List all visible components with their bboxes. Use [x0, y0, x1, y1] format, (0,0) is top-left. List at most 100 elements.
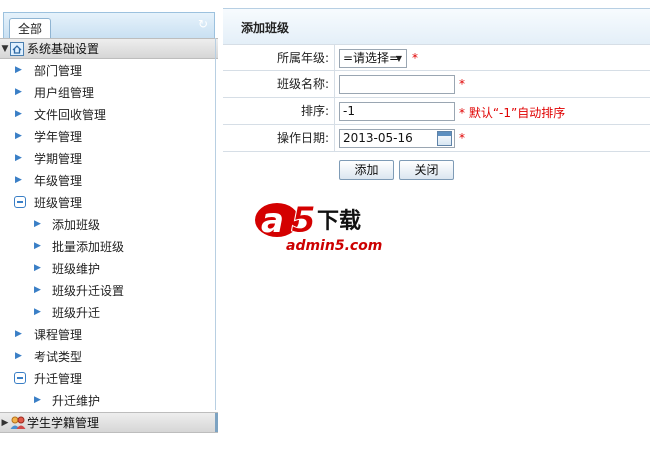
sidebar: 全部 ↻ ▼ 系统基础设置 ▶ 部门管理 ▶ 用户组管理 ▶ 文件回收管理 ▶ 学年管理 ▶ 学期…: [0, 0, 218, 455]
students-icon: [10, 416, 26, 430]
grade-select[interactable]: =请选择= ▼: [339, 49, 407, 68]
main-panel: 添加班级 所属年级: =请选择= ▼ * 班级名称: * 排序: -1 * 默认…: [223, 8, 650, 188]
sidebar-item-label: 班级升迁设置: [52, 283, 125, 298]
triangle-right-icon: ▶: [1, 417, 9, 428]
a5-logo-icon: a 5 下载: [255, 200, 361, 242]
arrow-right-icon: ▶: [15, 87, 22, 97]
grade-label: 所属年级:: [276, 51, 329, 65]
page-title: 添加班级: [241, 21, 290, 35]
group-label: 学生学籍管理: [27, 416, 100, 430]
sidebar-item[interactable]: ▶ 学期管理: [0, 147, 218, 169]
arrow-right-icon: ▶: [34, 263, 41, 273]
sidebar-item-label: 班级管理: [34, 195, 83, 210]
sort-label: 排序:: [300, 104, 329, 118]
row-date: 操作日期: 2013-05-16 *: [223, 125, 650, 152]
collapse-minus-icon[interactable]: [14, 196, 26, 208]
sidebar-item[interactable]: ▶ 部门管理: [0, 59, 218, 81]
sidebar-item-label: 批量添加班级: [52, 239, 125, 254]
grade-select-value: =请选择=: [343, 51, 400, 65]
sidebar-item[interactable]: ▶ 班级维护: [0, 257, 218, 279]
cell-divider: [334, 125, 335, 151]
sidebar-item-label: 学期管理: [34, 151, 83, 166]
sidebar-item-label: 文件回收管理: [34, 107, 107, 122]
sidebar-item[interactable]: ▶ 年级管理: [0, 169, 218, 191]
triangle-down-icon: ▼: [1, 43, 9, 54]
row-grade: 所属年级: =请选择= ▼ *: [223, 44, 650, 71]
sidebar-item-label: 考试类型: [34, 349, 83, 364]
sidebar-item-label: 课程管理: [34, 327, 83, 342]
sidebar-item[interactable]: ▶ 用户组管理: [0, 81, 218, 103]
arrow-right-icon: ▶: [15, 65, 22, 75]
class-name-label: 班级名称:: [276, 77, 329, 91]
date-input[interactable]: 2013-05-16: [339, 129, 455, 148]
panel-header: 添加班级: [223, 8, 650, 44]
tab-all[interactable]: 全部: [9, 18, 51, 39]
required-mark: *: [459, 131, 465, 145]
add-class-form: 所属年级: =请选择= ▼ * 班级名称: * 排序: -1 * 默认“-1”自…: [223, 44, 650, 152]
sidebar-item-label: 升迁维护: [52, 393, 101, 408]
home-icon: [10, 41, 24, 56]
add-button[interactable]: 添加: [339, 160, 394, 180]
row-sort: 排序: -1 * 默认“-1”自动排序: [223, 98, 650, 125]
date-value: 2013-05-16: [343, 131, 413, 145]
arrow-right-icon: ▶: [15, 329, 22, 339]
sidebar-item[interactable]: ▶ 课程管理: [0, 323, 218, 345]
scroll-indicator: [215, 413, 218, 432]
sidebar-divider: [215, 38, 216, 410]
group-student-records[interactable]: ▶ 学生学籍管理: [0, 412, 218, 433]
sidebar-folder[interactable]: 班级管理: [0, 191, 218, 213]
refresh-icon[interactable]: ↻: [197, 18, 209, 30]
sort-input[interactable]: -1: [339, 102, 455, 121]
close-button[interactable]: 关闭: [399, 160, 454, 180]
sidebar-item-label: 升迁管理: [34, 371, 83, 386]
sidebar-menu: ▶ 部门管理 ▶ 用户组管理 ▶ 文件回收管理 ▶ 学年管理 ▶ 学期管理 ▶ 年级管理班级管理 ▶ 添加…: [0, 59, 218, 411]
logo-label: 下载: [317, 208, 361, 234]
sidebar-item[interactable]: ▶ 学年管理: [0, 125, 218, 147]
sidebar-item[interactable]: ▶ 班级升迁: [0, 301, 218, 323]
cell-divider: [334, 45, 335, 71]
arrow-right-icon: ▶: [15, 175, 22, 185]
sidebar-item[interactable]: ▶ 班级升迁设置: [0, 279, 218, 301]
watermark-text: admin5.com: [286, 238, 383, 254]
required-mark: *: [412, 51, 418, 65]
group-system-settings[interactable]: ▼ 系统基础设置: [0, 38, 218, 59]
sort-hint: * 默认“-1”自动排序: [459, 106, 566, 120]
chevron-down-icon: ▼: [395, 54, 402, 63]
calendar-icon[interactable]: [437, 131, 452, 146]
sidebar-item[interactable]: ▶ 添加班级: [0, 213, 218, 235]
arrow-right-icon: ▶: [34, 219, 41, 229]
sidebar-folder[interactable]: 升迁管理: [0, 367, 218, 389]
arrow-right-icon: ▶: [15, 109, 22, 119]
sidebar-item-label: 班级维护: [52, 261, 101, 276]
sidebar-item[interactable]: ▶ 考试类型: [0, 345, 218, 367]
breadcrumb-cutoff: [232, 0, 650, 4]
required-mark: *: [459, 77, 465, 91]
sidebar-item-label: 部门管理: [34, 63, 83, 78]
arrow-right-icon: ▶: [34, 241, 41, 251]
arrow-right-icon: ▶: [15, 131, 22, 141]
collapse-minus-icon[interactable]: [14, 372, 26, 384]
sidebar-item-label: 年级管理: [34, 173, 83, 188]
sidebar-header: 全部 ↻: [3, 12, 215, 39]
sidebar-item[interactable]: ▶ 批量添加班级: [0, 235, 218, 257]
arrow-right-icon: ▶: [34, 395, 41, 405]
sidebar-item-label: 班级升迁: [52, 305, 101, 320]
cell-divider: [334, 71, 335, 97]
arrow-right-icon: ▶: [34, 307, 41, 317]
row-class-name: 班级名称: *: [223, 71, 650, 98]
arrow-right-icon: ▶: [34, 285, 41, 295]
watermark-logo: a 5 下载 admin5.com: [253, 194, 403, 256]
date-label: 操作日期:: [276, 131, 329, 145]
sidebar-item[interactable]: ▶ 升迁维护: [0, 389, 218, 411]
sidebar-item-label: 用户组管理: [34, 85, 95, 100]
class-name-input[interactable]: [339, 75, 455, 94]
arrow-right-icon: ▶: [15, 351, 22, 361]
sidebar-item-label: 学年管理: [34, 129, 83, 144]
sidebar-item[interactable]: ▶ 文件回收管理: [0, 103, 218, 125]
svg-text:5: 5: [291, 200, 316, 241]
form-buttons: 添加 关闭: [339, 160, 469, 182]
svg-text:a: a: [261, 201, 284, 241]
arrow-right-icon: ▶: [15, 153, 22, 163]
group-label: 系统基础设置: [27, 42, 100, 56]
sidebar-item-label: 添加班级: [52, 217, 101, 232]
